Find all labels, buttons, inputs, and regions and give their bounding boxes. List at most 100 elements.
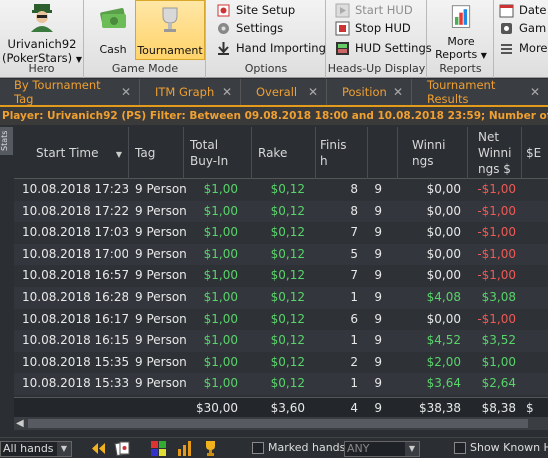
cell-net: -$1,00 — [477, 311, 516, 326]
stop-hud-button[interactable]: Stop HUD — [335, 18, 411, 38]
date-filter-button[interactable]: Date — [499, 0, 547, 20]
start-hud-button[interactable]: Start HUD — [335, 0, 413, 20]
cell-net: $3,52 — [481, 333, 516, 348]
table-row[interactable]: 10.08.2018 17:03 9 Person $1,00 $0,12 7 9 $0,0… — [14, 222, 548, 244]
cell-players: 9 — [374, 376, 382, 391]
more-filters-icon — [501, 43, 512, 54]
cell-start: 10.08.2018 15:35 — [22, 354, 128, 369]
more-filters-label: More — [519, 41, 548, 55]
cell-buyin: $1,00 — [203, 290, 238, 304]
settings-button[interactable]: Settings — [216, 18, 283, 38]
cash-button[interactable]: Cash — [89, 0, 137, 60]
cell-players: 9 — [374, 225, 382, 240]
filter-summary: Player: Urivanich92 (PS) Filter: Between… — [0, 107, 548, 125]
cell-rake: $0,12 — [270, 290, 305, 304]
cell-rake: $0,12 — [270, 246, 305, 261]
column-header-rake[interactable]: Rake — [252, 127, 316, 179]
cell-winnings: $2,00 — [426, 354, 461, 369]
column-label: Tag — [135, 146, 156, 160]
cell-buyin: $1,00 — [203, 182, 238, 196]
cell-finish: 6 — [350, 311, 358, 326]
cell-finish: 7 — [350, 268, 358, 283]
stats-side-tab[interactable]: Stats — [0, 127, 13, 155]
options-group-label: Options — [244, 62, 288, 75]
hand-importing-button[interactable]: Hand Importing — [216, 38, 326, 58]
hands-select[interactable]: All hands ▼ — [0, 441, 72, 457]
column-header-finish[interactable]: Finis h — [316, 127, 368, 179]
color-grid-icon[interactable] — [150, 440, 167, 457]
ribbon-toolbar: Urivanich92 (PokerStars) ▼ Hero Cash Tou… — [0, 0, 548, 78]
hero-selector-button[interactable]: Urivanich92 (PokerStars) ▼ — [0, 0, 84, 65]
games-filter-button[interactable]: Gam — [499, 18, 546, 38]
scroll-left-icon[interactable]: ◀ — [16, 418, 24, 429]
sort-desc-icon: ▼ — [115, 150, 122, 159]
column-label: Start Time — [36, 146, 99, 160]
cell-players: 9 — [374, 290, 382, 304]
horizontal-scrollbar[interactable]: ◀ — [14, 417, 548, 430]
cell-finish: 5 — [350, 246, 358, 261]
column-header-players[interactable] — [368, 127, 398, 179]
column-label: Finis h — [320, 138, 347, 168]
more-filters-button[interactable]: More — [499, 38, 548, 58]
tab-label: By Tournament Tag — [14, 78, 101, 106]
reports-group: More Reports ▼ Reports — [428, 0, 494, 78]
table-row[interactable]: 10.08.2018 17:23 9 Person $1,00 $0,12 8 9 $0,0… — [14, 179, 548, 201]
marked-hands-checkbox[interactable] — [252, 442, 264, 454]
hud-settings-button[interactable]: HUD Settings — [335, 38, 432, 58]
cell-tag: 9 Person — [135, 311, 187, 326]
cell-rake: $0,12 — [270, 311, 305, 326]
column-header-tag[interactable]: Tag — [129, 127, 184, 179]
table-row[interactable]: 10.08.2018 15:35 9 Person $1,00 $0,12 2 9 $2,0… — [14, 352, 548, 374]
table-row[interactable]: 10.08.2018 16:15 9 Person $1,00 $0,12 1 9 $4,5… — [14, 330, 548, 352]
totals-row: $30,00 $3,60 4 9 $38,38 $8,38 $ — [14, 397, 548, 419]
reports-group-label: Reports — [439, 62, 482, 75]
close-icon[interactable]: ✕ — [393, 85, 403, 99]
tab-by-tournament-tag[interactable]: By Tournament Tag ✕ — [0, 78, 140, 106]
trophy-icon[interactable] — [202, 440, 219, 457]
rewind-icon[interactable] — [90, 440, 107, 457]
column-header-start-time[interactable]: Start Time ▼ — [14, 127, 129, 179]
hands-select-value: All hands — [3, 442, 54, 455]
hud-group: Start HUD Stop HUD HUD Settings Heads-Up… — [327, 0, 432, 78]
tab-overall[interactable]: Overall ✕ — [242, 79, 327, 105]
cell-tag: 9 Person — [135, 290, 187, 304]
tab-tournament-results[interactable]: Tournament Results ✕ — [413, 78, 548, 106]
tab-position[interactable]: Position ✕ — [328, 79, 412, 105]
site-setup-label: Site Setup — [236, 3, 296, 17]
site-setup-button[interactable]: Site Setup — [216, 0, 295, 20]
cell-finish: 1 — [350, 376, 358, 391]
close-icon[interactable]: ✕ — [121, 85, 131, 99]
date-filter-label: Date — [519, 3, 547, 17]
close-icon[interactable]: ✕ — [308, 85, 318, 99]
cell-players: 9 — [374, 333, 382, 348]
tournament-button[interactable]: Tournament — [135, 0, 205, 60]
table-row[interactable]: 10.08.2018 17:00 9 Person $1,00 $0,12 5 9 $0,0… — [14, 243, 548, 266]
more-reports-button[interactable]: More Reports ▼ — [432, 0, 490, 61]
grid-header: Start Time ▼ Tag Total Buy-In Rake Finis… — [14, 127, 548, 179]
bar-chart-icon[interactable] — [176, 440, 193, 457]
table-row[interactable]: 10.08.2018 16:57 9 Person $1,00 $0,12 7 9 $0,0… — [14, 265, 548, 287]
table-row[interactable]: 10.08.2018 15:33 9 Person $1,00 $0,12 1 9 $3,6… — [14, 373, 548, 395]
cell-winnings: $0,00 — [426, 268, 461, 283]
cell-players: 9 — [374, 354, 382, 369]
scrollbar-thumb[interactable] — [28, 419, 528, 428]
cell-winnings: $4,08 — [426, 290, 461, 304]
table-row[interactable]: 10.08.2018 16:17 9 Person $1,00 $0,12 6 9 $0,0… — [14, 309, 548, 331]
column-header-ev[interactable]: $E — [522, 127, 548, 179]
table-row[interactable]: 10.08.2018 16:28 9 Person $1,00 $0,12 1 9 $4,0… — [14, 287, 548, 309]
table-row[interactable]: 10.08.2018 17:22 9 Person $1,00 $0,12 8 9 $0,0… — [14, 200, 548, 223]
column-header-total-buy-in[interactable]: Total Buy-In — [184, 127, 252, 179]
cell-net: $2,64 — [481, 376, 516, 391]
cash-label: Cash — [99, 43, 127, 56]
close-icon[interactable]: ✕ — [530, 85, 540, 99]
column-header-net-winnings[interactable]: Net Winni ngs $ — [468, 127, 522, 179]
cards-icon[interactable] — [114, 440, 131, 457]
cell-buyin: $1,00 — [203, 311, 238, 326]
marked-hands-select[interactable]: ANY ▼ — [344, 441, 420, 457]
tab-itm-graph[interactable]: ITM Graph ✕ — [141, 79, 241, 105]
cell-start: 10.08.2018 17:22 — [22, 203, 128, 218]
column-header-winnings[interactable]: Winni ngs — [398, 127, 468, 179]
hud-settings-label: HUD Settings — [355, 41, 432, 55]
close-icon[interactable]: ✕ — [222, 85, 232, 99]
show-known-hands-checkbox[interactable] — [454, 442, 466, 454]
